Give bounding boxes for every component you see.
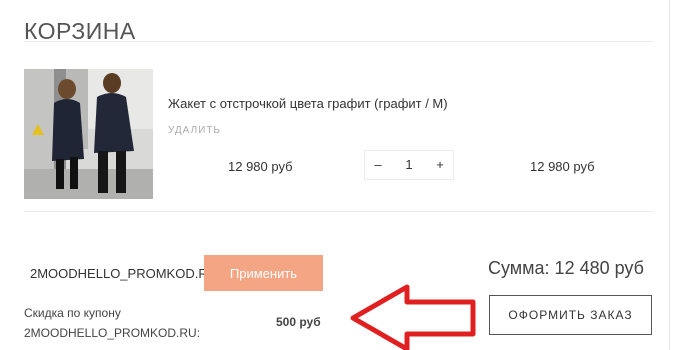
discount-value: 500 руб [276, 315, 321, 329]
quantity-decrease-button[interactable]: – [365, 151, 391, 179]
unit-price: 12 980 руб [228, 159, 293, 174]
quantity-value[interactable]: 1 [391, 151, 427, 179]
discount-code: 2MOODHELLO_PROMKOD.RU: [24, 326, 201, 340]
quantity-increase-button[interactable]: + [427, 151, 453, 179]
discount-label: Скидка по купону 2MOODHELLO_PROMKOD.RU: [24, 303, 224, 343]
product-name[interactable]: Жакет с отстрочкой цвета графит (графит … [168, 96, 448, 111]
order-total: Сумма: 12 480 руб [488, 258, 644, 278]
coupon-input[interactable] [24, 255, 204, 291]
divider [24, 41, 654, 42]
checkout-button[interactable]: ОФОРМИТЬ ЗАКАЗ [489, 295, 652, 335]
line-total: 12 980 руб [530, 159, 595, 174]
annotation-arrow-icon [350, 284, 476, 350]
discount-label-text: Скидка по купону [24, 306, 121, 320]
apply-coupon-button[interactable]: Применить [204, 255, 323, 291]
divider [24, 211, 654, 212]
product-image[interactable] [24, 69, 153, 199]
page-border-right [669, 0, 670, 350]
quantity-stepper: – 1 + [364, 150, 454, 180]
remove-item-link[interactable]: УДАЛИТЬ [168, 125, 221, 136]
